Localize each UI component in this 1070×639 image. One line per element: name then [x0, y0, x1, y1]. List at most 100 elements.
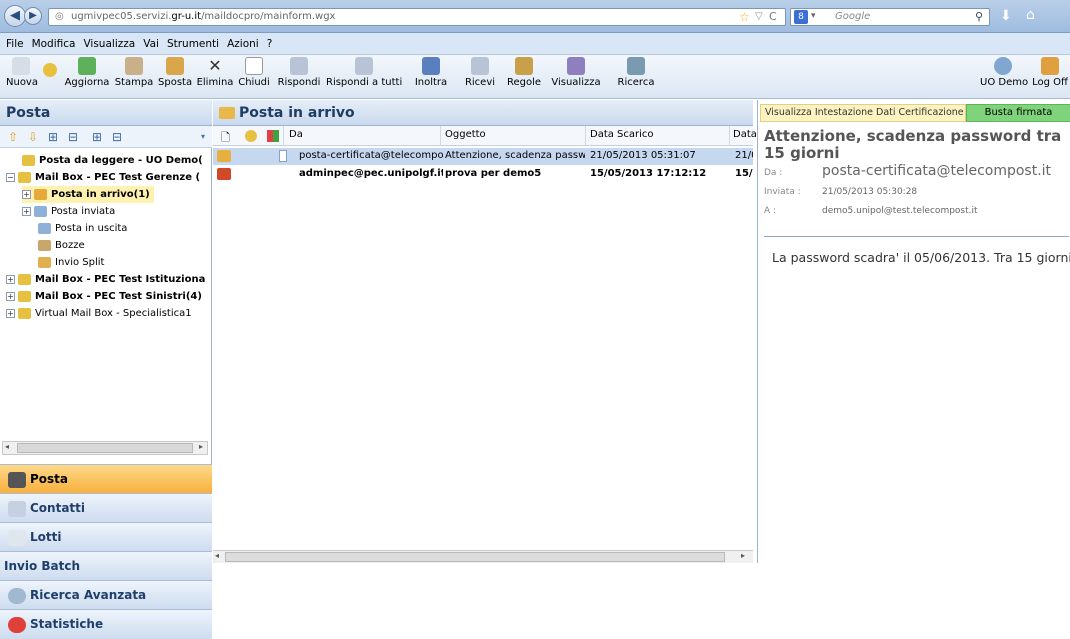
message-row[interactable]: adminpec@pec.unipolgf.it prova per demo5…: [213, 166, 753, 183]
accordion-posta[interactable]: Posta: [0, 464, 212, 493]
scroll-thumb[interactable]: [17, 443, 193, 453]
menu-help[interactable]: ?: [267, 38, 273, 50]
menu-visualizza[interactable]: Visualizza: [83, 38, 135, 50]
mail-error-icon: [217, 168, 231, 180]
aggiorna-button[interactable]: Aggiorna: [64, 57, 110, 88]
tree-node-selected[interactable]: + Posta in arrivo(1): [22, 186, 154, 203]
tree-node[interactable]: + Virtual Mail Box - Specialistica1: [6, 305, 192, 322]
message-body: La password scadra' il 05/06/2013. Tra 1…: [772, 250, 1070, 265]
scroll-right-icon[interactable]: ▸: [199, 442, 203, 451]
tree-node[interactable]: + Posta inviata: [22, 203, 115, 220]
accordion-statistiche[interactable]: Statistiche: [0, 609, 212, 639]
chevron-down-icon[interactable]: ▾: [811, 11, 816, 21]
user-button[interactable]: [40, 57, 60, 79]
sposta-button[interactable]: Sposta: [158, 57, 192, 88]
scroll-left-icon[interactable]: ◂: [5, 442, 9, 451]
tree-node[interactable]: − Mail Box - PEC Test Gerenze (: [6, 169, 200, 186]
menu-file[interactable]: File: [6, 38, 24, 50]
expand-icon[interactable]: +: [6, 308, 15, 318]
column-divider: [729, 126, 730, 146]
reading-pane: Visualizza Intestazione Dati Certificazi…: [757, 100, 1070, 563]
forward-icon[interactable]: ▶: [24, 7, 42, 25]
tree-scrollbar[interactable]: ◂ ▸: [2, 441, 208, 455]
reply-all-icon: [355, 57, 373, 75]
list-scrollbar[interactable]: ◂ ▸: [213, 550, 753, 563]
ricevi-button[interactable]: Ricevi: [460, 57, 500, 88]
tree-node[interactable]: Invio Split: [38, 254, 104, 271]
tree-node[interactable]: + Mail Box - PEC Test Istituziona: [6, 271, 205, 288]
elimina-button[interactable]: ✕ Elimina: [196, 57, 234, 89]
reload-icon[interactable]: C: [769, 10, 777, 23]
tree-node[interactable]: Bozze: [38, 237, 85, 254]
batch-icon: [8, 529, 26, 546]
accordion-ricerca-avanzata[interactable]: Ricerca Avanzata: [0, 580, 212, 609]
expand-all-icon[interactable]: ⊞: [90, 130, 104, 144]
status-column-icon[interactable]: [245, 130, 257, 142]
view-certification-link[interactable]: Visualizza Intestazione Dati Certificazi…: [760, 104, 966, 122]
visualizza-button[interactable]: Visualizza: [548, 57, 604, 88]
chevron-down-icon[interactable]: ▾: [196, 130, 210, 144]
column-oggetto[interactable]: Oggetto: [445, 129, 486, 140]
ricerca-button[interactable]: Ricerca: [612, 57, 660, 88]
collapse-icon[interactable]: −: [6, 172, 15, 182]
menu-vai[interactable]: Vai: [143, 38, 159, 50]
logout-icon: [1041, 57, 1059, 75]
menu-strumenti[interactable]: Strumenti: [167, 38, 219, 50]
log-off-button[interactable]: Log Off: [1030, 57, 1070, 88]
inbox-folder-icon: [34, 188, 47, 200]
expand-icon[interactable]: +: [6, 274, 15, 284]
uo-demo-button[interactable]: UO Demo: [980, 57, 1028, 88]
download-icon[interactable]: ⬇: [1000, 8, 1012, 24]
chiudi-button[interactable]: Chiudi: [238, 57, 270, 88]
column-data-scarico[interactable]: Data Scarico: [590, 129, 654, 140]
browser-search-input[interactable]: 8 ▾ Google ⚲: [790, 8, 990, 26]
accordion-lotti[interactable]: Lotti: [0, 522, 212, 551]
folder-tree: Posta da leggere - UO Demo( − Mail Box - …: [0, 148, 212, 428]
move-icon: [166, 57, 184, 75]
expand-icon[interactable]: ⊞: [46, 130, 60, 144]
collapse-all-icon[interactable]: ⊟: [110, 130, 124, 144]
column-da[interactable]: Da: [289, 129, 303, 140]
inoltra-button[interactable]: Inoltra: [410, 57, 452, 88]
home-icon[interactable]: ⌂: [1026, 7, 1035, 23]
scroll-right-icon[interactable]: ▸: [741, 551, 745, 560]
arrow-down-icon[interactable]: ⇩: [26, 130, 40, 144]
expand-icon[interactable]: +: [6, 291, 15, 301]
priority-column-icon[interactable]: [267, 130, 279, 142]
accordion-invio-batch[interactable]: Invio Batch: [0, 551, 212, 580]
message-download-date: 15/05/2013 17:12:12: [590, 168, 707, 179]
bookmark-star-icon[interactable]: ☆: [739, 10, 750, 24]
menu-modifica[interactable]: Modifica: [32, 38, 76, 50]
rispondi-button[interactable]: Rispondi: [276, 57, 322, 88]
expand-icon[interactable]: +: [22, 206, 31, 216]
scroll-thumb[interactable]: [225, 552, 725, 562]
accordion-contatti[interactable]: Contatti: [0, 493, 212, 522]
url-bar[interactable]: ◎ ugmivpec05.servizi.gr-u.it/maildocpro/…: [48, 8, 786, 26]
folder-icon: [38, 256, 51, 268]
message-date: 15/: [735, 168, 753, 179]
back-icon[interactable]: ◀: [4, 5, 26, 27]
column-divider: [440, 126, 441, 146]
dropdown-icon[interactable]: ▽: [755, 11, 763, 22]
menu-bar: File Modifica Visualizza Vai Strumenti A…: [0, 33, 1070, 55]
tree-node[interactable]: Posta da leggere - UO Demo(: [22, 152, 203, 169]
tree-node[interactable]: Posta in uscita: [38, 220, 127, 237]
collapse-icon[interactable]: ⊟: [66, 130, 80, 144]
regole-button[interactable]: Regole: [506, 57, 542, 88]
scroll-left-icon[interactable]: ◂: [215, 551, 219, 560]
column-data[interactable]: Data: [733, 129, 757, 140]
tree-node[interactable]: + Mail Box - PEC Test Sinistri(4): [6, 288, 202, 305]
search-icon[interactable]: ⚲: [975, 10, 983, 23]
stampa-button[interactable]: Stampa: [114, 57, 154, 88]
menu-azioni[interactable]: Azioni: [227, 38, 259, 50]
rispondi-tutti-button[interactable]: Rispondi a tutti: [326, 57, 402, 88]
attachment-column-icon[interactable]: 🗋: [221, 129, 230, 148]
message-date: 21/0: [735, 150, 753, 161]
site-identity-icon: ◎: [55, 11, 64, 22]
nuova-button[interactable]: Nuova: [6, 57, 38, 88]
message-row[interactable]: posta-certificata@telecompost Attenzione…: [213, 148, 753, 165]
expand-icon[interactable]: +: [22, 189, 31, 199]
message-subject: prova per demo5: [445, 168, 542, 179]
mail-icon: [8, 471, 26, 488]
arrow-up-icon[interactable]: ⇧: [6, 130, 20, 144]
